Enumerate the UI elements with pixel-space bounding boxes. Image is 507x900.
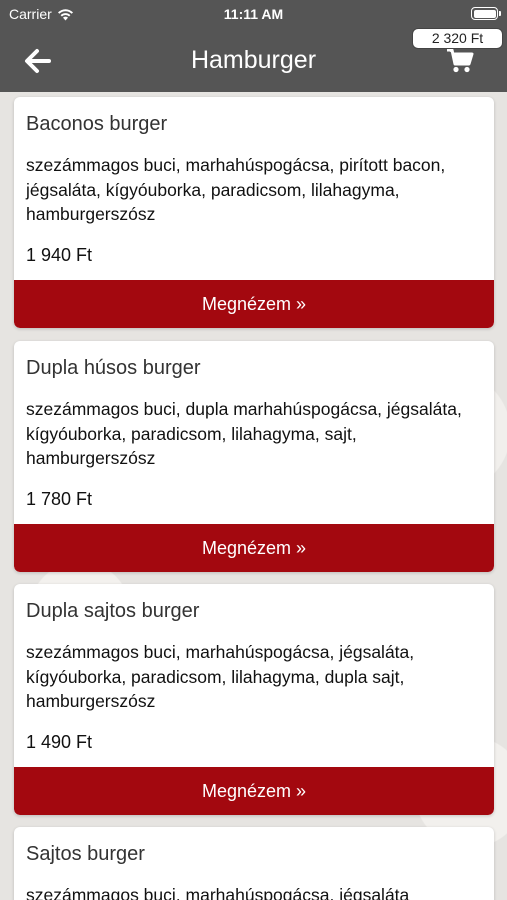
battery-icon [471,7,501,20]
product-card[interactable]: Baconos burger szezámmagos buci, marhahú… [14,97,494,328]
status-bar: Carrier 11:11 AM [0,0,507,28]
product-name: Dupla húsos burger [26,357,201,379]
product-description: szezámmagos buci, marhahúspogácsa, jégsa… [26,642,415,711]
product-price: 1 780 Ft [26,489,93,509]
battery-tip [499,11,501,16]
cart-total-badge[interactable]: 2 320 Ft [412,28,503,49]
product-price: 1 940 Ft [26,245,93,265]
product-card[interactable]: Sajtos burger szezámmagos buci, marhahús… [14,827,494,900]
status-time: 11:11 AM [223,6,284,22]
view-button[interactable]: Megnézem » [14,767,494,815]
product-name: Dupla sajtos burger [26,600,200,622]
product-name: Baconos burger [26,113,168,135]
view-button[interactable]: Megnézem » [14,524,494,572]
product-description: szezámmagos buci, marhahúspogácsa, jégsa… [26,885,410,900]
product-card[interactable]: Dupla húsos burger szezámmagos buci, dup… [14,341,494,572]
view-button[interactable]: Megnézem » [14,280,494,328]
product-price: 1 490 Ft [26,732,93,752]
cart-icon[interactable] [445,45,475,75]
product-card[interactable]: Dupla sajtos burger szezámmagos buci, ma… [14,584,494,815]
product-description: szezámmagos buci, marhahúspogácsa, pirít… [26,155,446,224]
product-name: Sajtos burger [26,843,145,865]
page-title: Hamburger [190,46,317,74]
product-description: szezámmagos buci, dupla marhahúspogácsa,… [26,399,462,468]
battery-fill [473,9,496,18]
